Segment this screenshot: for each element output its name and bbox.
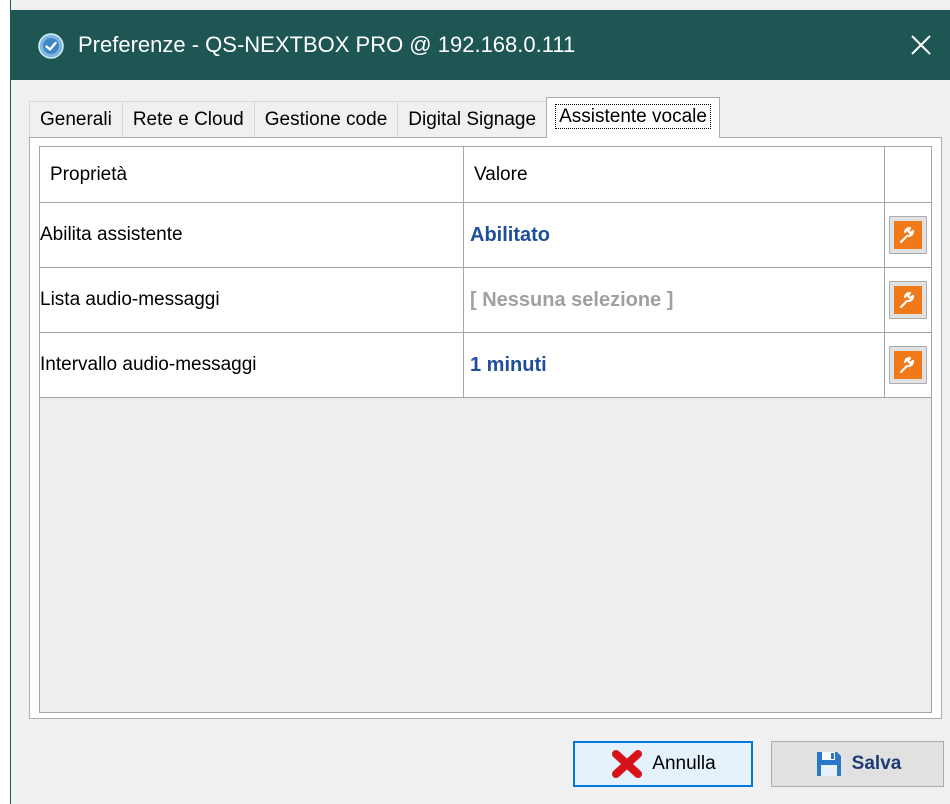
close-icon: [911, 35, 931, 55]
property-name: Intervallo audio-messaggi: [40, 333, 464, 397]
edit-button[interactable]: [889, 216, 927, 254]
table-row[interactable]: Intervallo audio-messaggi 1 minuti: [40, 333, 931, 398]
wrench-icon: [894, 221, 922, 249]
header-property: Proprietà: [40, 147, 464, 202]
close-button[interactable]: [891, 10, 950, 80]
edit-button[interactable]: [889, 281, 927, 319]
wrench-icon: [894, 286, 922, 314]
wrench-icon: [894, 351, 922, 379]
title-bar: Preferenze - QS-NEXTBOX PRO @ 192.168.0.…: [11, 10, 950, 80]
edit-cell: [885, 203, 931, 267]
edit-button[interactable]: [889, 346, 927, 384]
table-row[interactable]: Abilita assistente Abilitato: [40, 203, 931, 268]
edit-cell: [885, 333, 931, 397]
properties-grid: Proprietà Valore Abilita assistente Abil…: [39, 146, 932, 713]
tab-rete-e-cloud[interactable]: Rete e Cloud: [121, 101, 255, 138]
tab-panel: Proprietà Valore Abilita assistente Abil…: [29, 137, 942, 719]
tab-gestione-code[interactable]: Gestione code: [253, 101, 399, 138]
save-label: Salva: [851, 753, 902, 774]
save-button[interactable]: Salva: [771, 741, 944, 787]
property-value: Abilitato: [464, 203, 885, 267]
checkmark-badge-icon: [38, 33, 64, 59]
grid-header-row: Proprietà Valore: [40, 147, 931, 203]
property-value: [ Nessuna selezione ]: [464, 268, 885, 332]
window-title: Preferenze - QS-NEXTBOX PRO @ 192.168.0.…: [78, 32, 576, 57]
property-name: Lista audio-messaggi: [40, 268, 464, 332]
tab-digital-signage[interactable]: Digital Signage: [397, 101, 548, 138]
property-value: 1 minuti: [464, 333, 885, 397]
tab-assistente-vocale[interactable]: Assistente vocale: [546, 97, 720, 138]
tab-bar: Generali Rete e Cloud Gestione code Digi…: [29, 97, 720, 138]
red-x-icon: [610, 749, 644, 779]
property-name: Abilita assistente: [40, 203, 464, 267]
cancel-button[interactable]: Annulla: [573, 741, 753, 787]
header-action: [885, 147, 931, 202]
edit-cell: [885, 268, 931, 332]
preferences-dialog: Preferenze - QS-NEXTBOX PRO @ 192.168.0.…: [10, 0, 950, 804]
tab-generali[interactable]: Generali: [29, 101, 123, 138]
table-row[interactable]: Lista audio-messaggi [ Nessuna selezione…: [40, 268, 931, 333]
header-value: Valore: [464, 147, 885, 202]
cancel-label: Annulla: [652, 753, 716, 774]
floppy-disk-icon: [814, 749, 844, 779]
